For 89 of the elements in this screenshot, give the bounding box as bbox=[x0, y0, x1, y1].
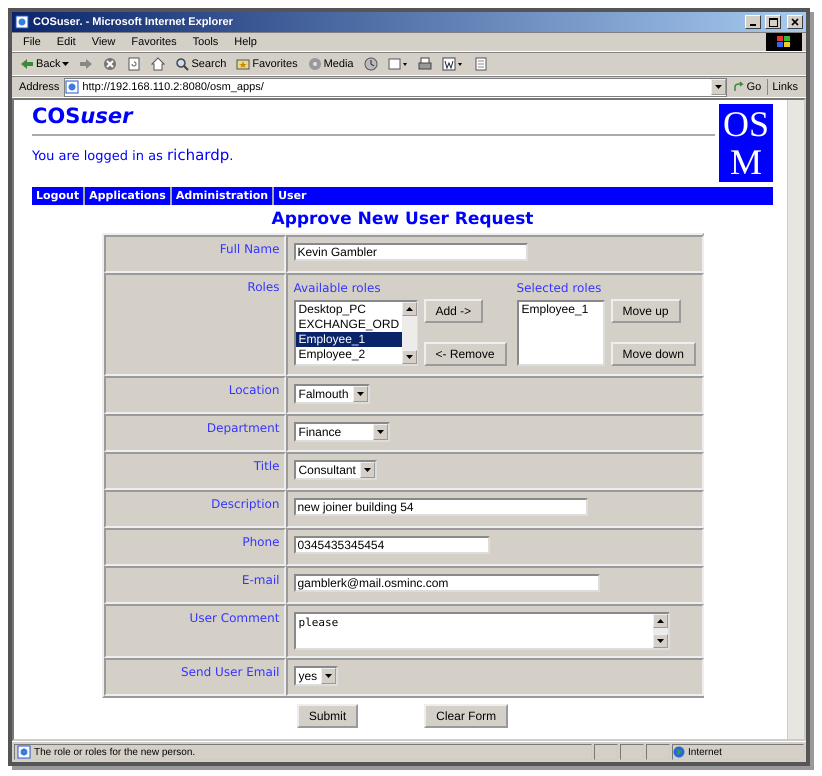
favorites-icon bbox=[236, 57, 250, 71]
available-roles-list[interactable]: Desktop_PC EXCHANGE_ORD Employee_1 Employee_2 bbox=[294, 300, 418, 366]
role-option[interactable]: Employee_2 bbox=[296, 347, 402, 362]
menu-item[interactable]: File bbox=[16, 33, 48, 51]
available-roles-label: Available roles bbox=[294, 281, 382, 295]
page-icon bbox=[17, 745, 31, 759]
page-heading: Approve New User Request bbox=[270, 209, 534, 229]
back-arrow-icon bbox=[20, 58, 34, 70]
down-arrow-icon bbox=[364, 468, 371, 472]
dropdown[interactable]: yes bbox=[294, 666, 338, 686]
toolbar-button[interactable]: Search bbox=[171, 55, 230, 73]
role-option[interactable]: Desktop_PC bbox=[296, 302, 402, 317]
login-status: You are logged in as richardp. bbox=[32, 146, 234, 164]
down-arrow-icon bbox=[325, 674, 332, 678]
field-label: Location bbox=[228, 383, 280, 397]
field-label: Roles bbox=[246, 280, 280, 294]
move-down-button[interactable]: Move down bbox=[610, 342, 696, 366]
text-field[interactable]: 0345435345454 bbox=[294, 536, 490, 554]
submit-button[interactable]: Submit bbox=[296, 704, 358, 728]
text-field[interactable]: gamblerk@mail.osminc.com bbox=[294, 574, 600, 592]
field-label: Send User Email bbox=[180, 665, 280, 679]
down-arrow-icon bbox=[62, 62, 70, 66]
osm-logo: OS M bbox=[719, 104, 773, 182]
field-label: Description bbox=[210, 497, 280, 511]
links-button[interactable]: Links bbox=[767, 79, 802, 95]
role-option[interactable]: EXCHANGE_ORD bbox=[296, 317, 402, 332]
toolbar-button[interactable]: Media bbox=[304, 55, 358, 73]
move-up-button[interactable]: Move up bbox=[610, 299, 681, 323]
zone-text: Internet bbox=[688, 746, 722, 758]
text-field[interactable]: Kevin Gambler bbox=[294, 243, 528, 261]
role-option[interactable]: Employee_1 bbox=[518, 302, 603, 317]
menu-item[interactable]: Edit bbox=[50, 33, 83, 51]
page-icon bbox=[65, 80, 80, 94]
nav-link[interactable]: Administration bbox=[172, 187, 274, 205]
address-field[interactable]: http://192.168.110.2:8080/osm_apps/ bbox=[64, 78, 727, 96]
menu-item[interactable]: View bbox=[84, 33, 122, 51]
dropdown[interactable]: Finance bbox=[294, 422, 390, 442]
add-button[interactable]: Add -> bbox=[424, 299, 484, 323]
nav-link[interactable]: Applications bbox=[85, 187, 172, 205]
status-panel bbox=[646, 744, 670, 760]
minimize-button[interactable] bbox=[745, 15, 761, 29]
menu-item[interactable]: Favorites bbox=[124, 33, 184, 51]
address-label: Address bbox=[18, 81, 60, 93]
media-icon bbox=[308, 57, 322, 71]
field-label: Phone bbox=[241, 535, 280, 549]
down-arrow-icon bbox=[406, 355, 414, 359]
go-arrow-icon bbox=[732, 81, 745, 93]
selected-roles-label: Selected roles bbox=[516, 281, 602, 295]
close-icon bbox=[791, 18, 799, 26]
menu-item[interactable]: Tools bbox=[186, 33, 226, 51]
browser-icon bbox=[15, 15, 29, 29]
status-text: The role or roles for the new person. bbox=[34, 746, 196, 758]
toolbar-button[interactable]: Back bbox=[16, 56, 74, 72]
dropdown[interactable]: Falmouth bbox=[294, 384, 370, 404]
field-label: Title bbox=[252, 459, 280, 473]
selected-roles-list[interactable]: Employee_1 bbox=[516, 300, 605, 366]
up-arrow-icon bbox=[656, 619, 664, 623]
clear-form-button[interactable]: Clear Form bbox=[424, 704, 508, 728]
dropdown[interactable]: Consultant bbox=[294, 460, 377, 480]
down-arrow-icon bbox=[714, 85, 722, 89]
maximize-button[interactable] bbox=[765, 15, 781, 29]
status-panel bbox=[620, 744, 644, 760]
maximize-icon bbox=[768, 18, 778, 26]
go-button[interactable]: Go bbox=[728, 79, 766, 95]
globe-icon bbox=[673, 746, 685, 758]
toolbar-button[interactable]: Favorites bbox=[232, 55, 302, 73]
nav-link[interactable]: Logout bbox=[32, 187, 86, 205]
menu-item[interactable]: Help bbox=[227, 33, 264, 51]
close-button[interactable] bbox=[787, 15, 803, 29]
nav-link[interactable]: User bbox=[274, 187, 310, 205]
comment-field[interactable]: please bbox=[294, 612, 670, 650]
url-text: http://192.168.110.2:8080/osm_apps/ bbox=[82, 81, 265, 93]
field-label: User Comment bbox=[188, 611, 280, 625]
windows-logo-icon bbox=[766, 33, 802, 51]
text-field[interactable]: new joiner building 54 bbox=[294, 498, 588, 516]
app-title: COSuser bbox=[32, 104, 715, 136]
up-arrow-icon bbox=[406, 307, 414, 311]
window-title: COSuser. - Microsoft Internet Explorer bbox=[33, 16, 234, 28]
down-arrow-icon bbox=[656, 639, 664, 643]
field-label: E-mail bbox=[240, 573, 280, 587]
scrollbar[interactable] bbox=[402, 302, 418, 364]
remove-button[interactable]: <- Remove bbox=[424, 342, 507, 366]
role-option[interactable]: Employee_1 bbox=[296, 332, 402, 347]
field-label: Department bbox=[206, 421, 280, 435]
down-arrow-icon bbox=[356, 392, 364, 396]
search-icon bbox=[175, 57, 190, 71]
status-panel bbox=[594, 744, 618, 760]
field-label: Full Name bbox=[218, 242, 280, 256]
down-arrow-icon bbox=[376, 430, 384, 434]
